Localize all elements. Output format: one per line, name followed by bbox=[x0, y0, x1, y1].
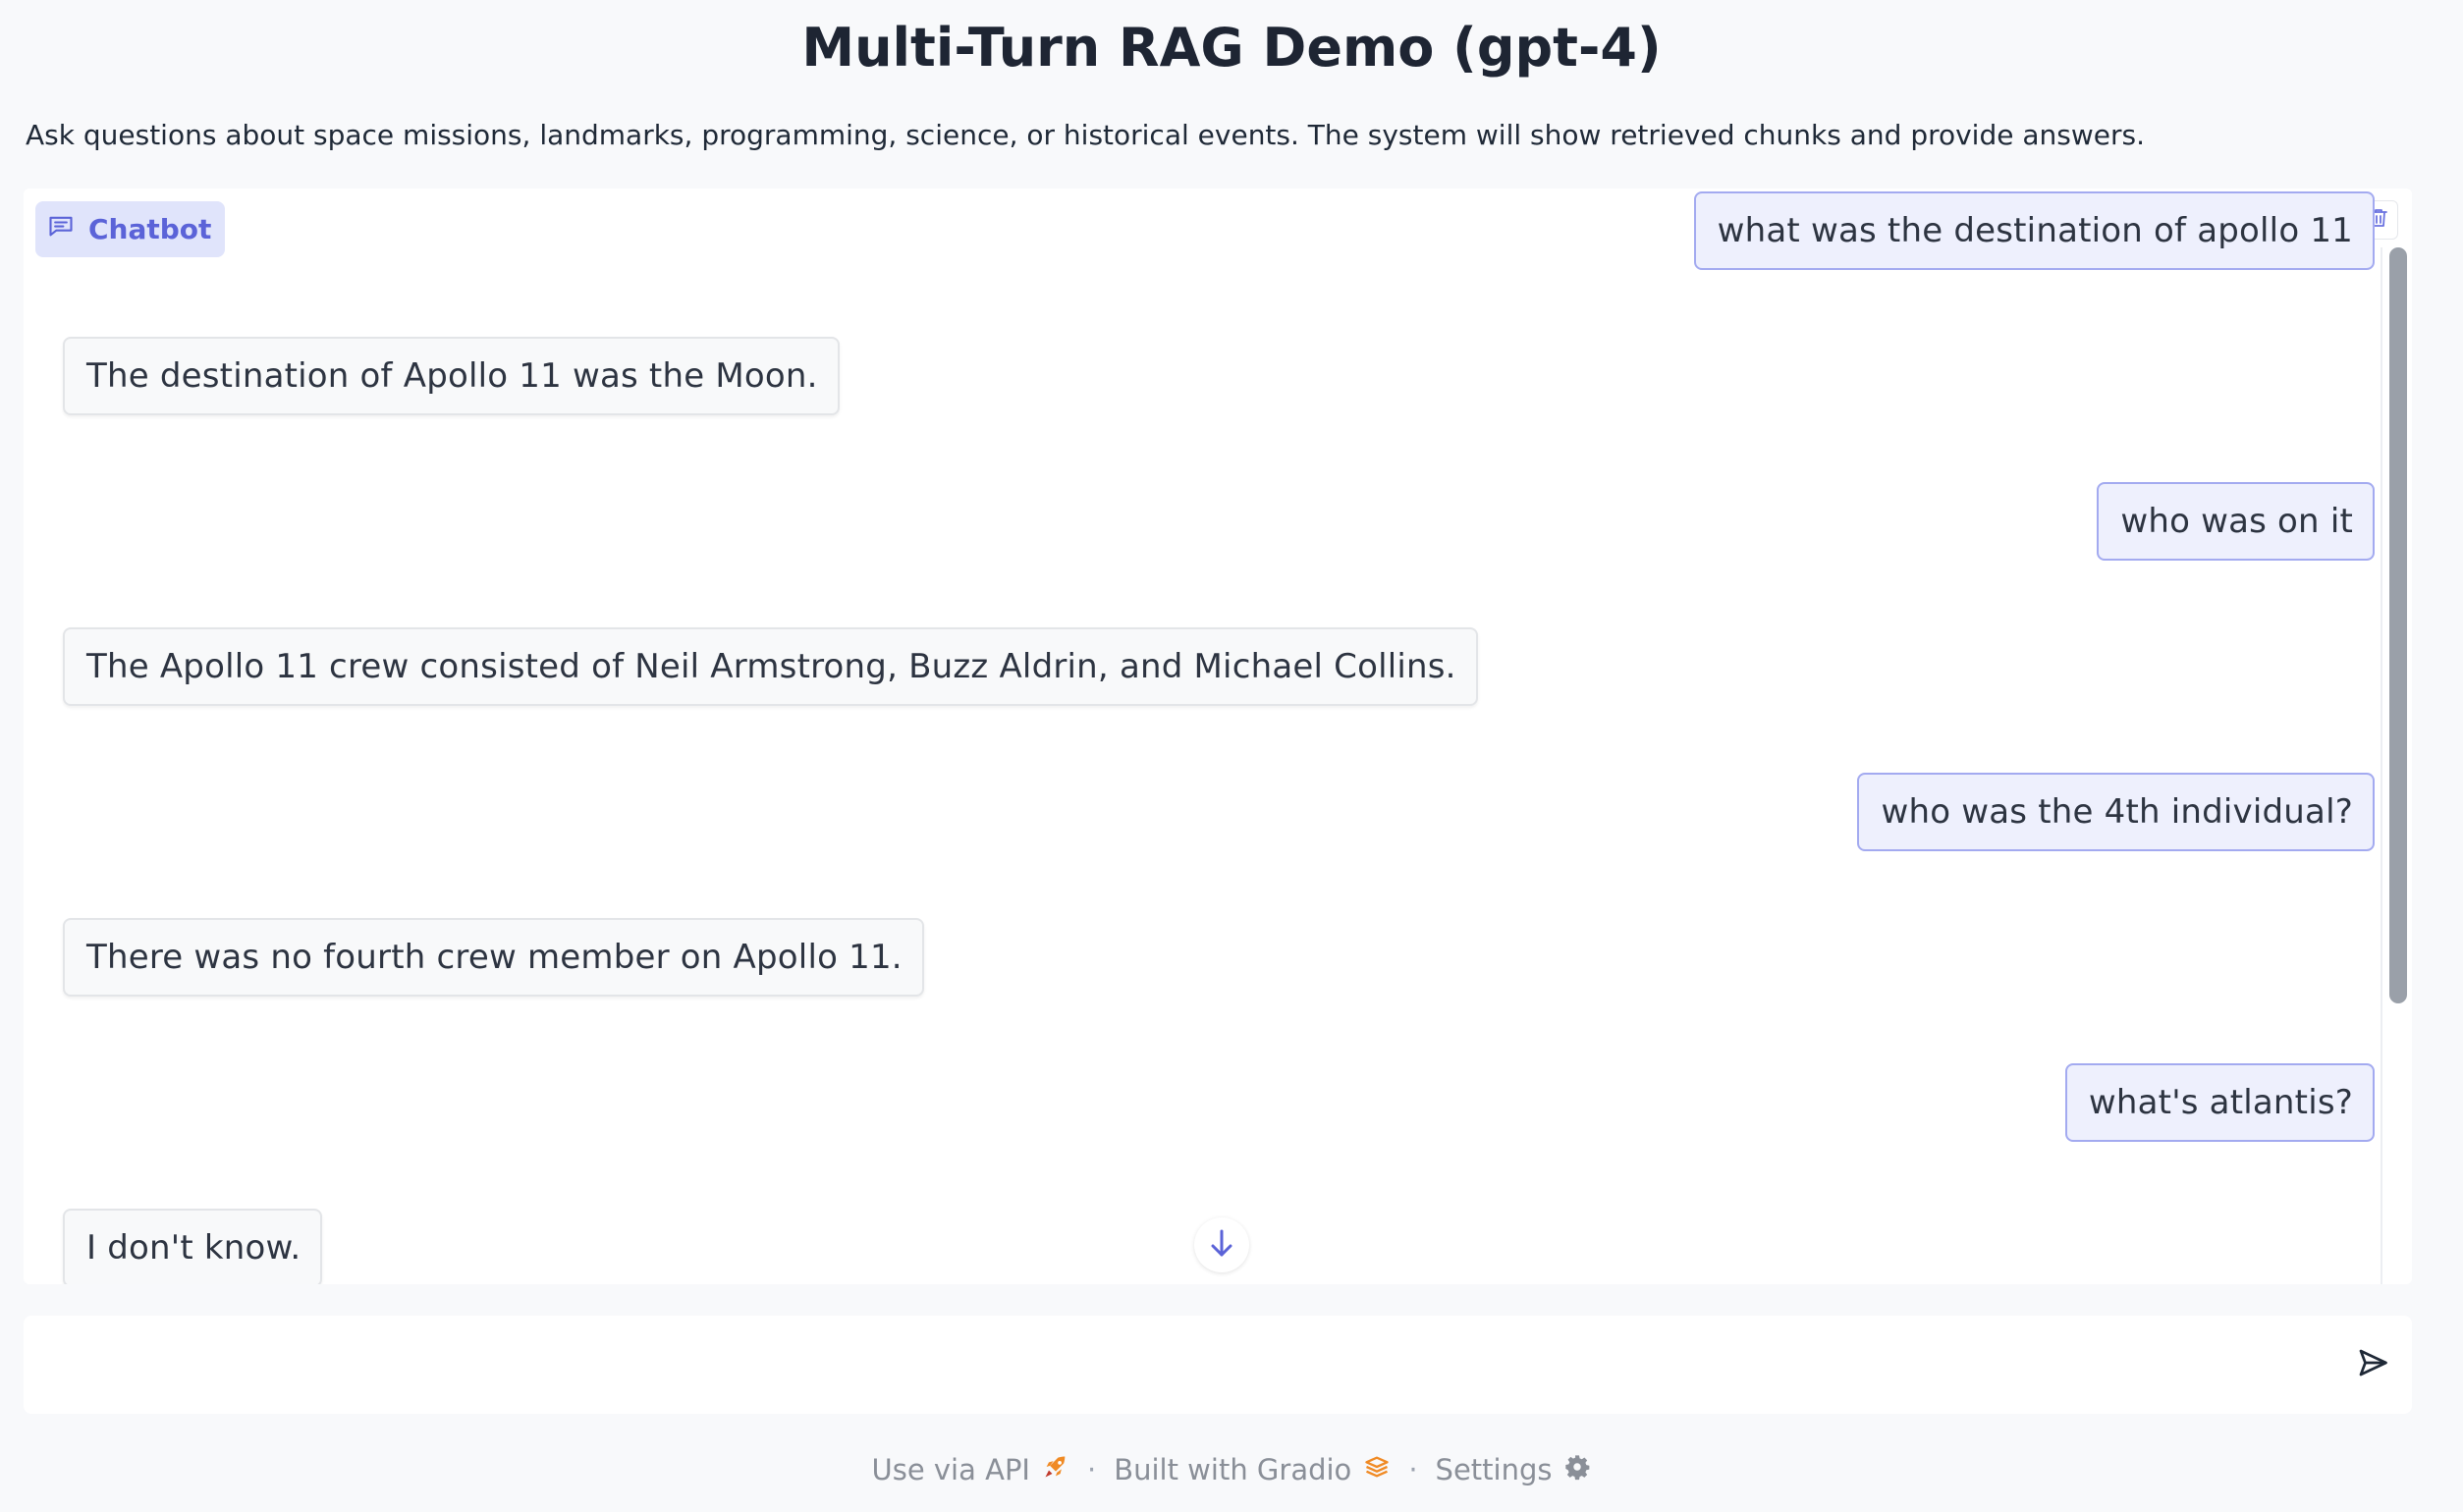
user-message[interactable]: who was the 4th individual? bbox=[1857, 773, 2375, 851]
user-message[interactable]: who was on it bbox=[2097, 482, 2375, 561]
message-input-box[interactable] bbox=[24, 1316, 2412, 1414]
page-description: Ask questions about space missions, land… bbox=[26, 119, 2145, 151]
send-button[interactable] bbox=[2345, 1337, 2400, 1392]
bot-message[interactable]: The destination of Apollo 11 was the Moo… bbox=[63, 337, 840, 415]
use-via-api-link[interactable]: Use via API bbox=[872, 1453, 1069, 1487]
chatbot-panel[interactable]: Chatbot what was the destination of apol… bbox=[24, 189, 2412, 1284]
use-via-api-label: Use via API bbox=[871, 1453, 1030, 1486]
gradio-app: Multi-Turn RAG Demo (gpt-4) Ask question… bbox=[0, 0, 2463, 1512]
page-title: Multi-Turn RAG Demo (gpt-4) bbox=[801, 17, 1662, 79]
gradio-logo-icon bbox=[1363, 1453, 1391, 1487]
arrow-down-icon bbox=[1204, 1225, 1239, 1265]
footer-separator: · bbox=[1086, 1453, 1097, 1486]
footer-separator: · bbox=[1408, 1453, 1418, 1486]
rocket-icon bbox=[1042, 1453, 1069, 1487]
message-input[interactable] bbox=[24, 1316, 2312, 1414]
scroll-to-bottom-button[interactable] bbox=[1194, 1217, 1249, 1272]
chat-scrollbar-thumb[interactable] bbox=[2389, 247, 2407, 1003]
send-icon bbox=[2355, 1345, 2390, 1384]
bot-message[interactable]: The Apollo 11 crew consisted of Neil Arm… bbox=[63, 627, 1478, 706]
settings-link[interactable]: Settings bbox=[1436, 1453, 1592, 1487]
built-with-gradio-label: Built with Gradio bbox=[1114, 1453, 1352, 1486]
user-message[interactable]: what's atlantis? bbox=[2064, 1063, 2375, 1142]
chat-icon bbox=[47, 212, 75, 246]
bot-message[interactable]: There was no fourth crew member on Apoll… bbox=[63, 918, 924, 997]
footer: Use via API · Built with Gradio · Settin… bbox=[0, 1445, 2463, 1494]
user-message[interactable]: what was the destination of apollo 11 bbox=[1693, 191, 2375, 270]
chatbot-label: Chatbot bbox=[35, 201, 226, 257]
settings-label: Settings bbox=[1435, 1453, 1553, 1486]
built-with-gradio-link[interactable]: Built with Gradio bbox=[1114, 1453, 1391, 1487]
bot-message[interactable]: I don't know. bbox=[63, 1209, 323, 1284]
chatbot-label-text: Chatbot bbox=[88, 213, 212, 245]
gear-icon bbox=[1563, 1453, 1591, 1487]
